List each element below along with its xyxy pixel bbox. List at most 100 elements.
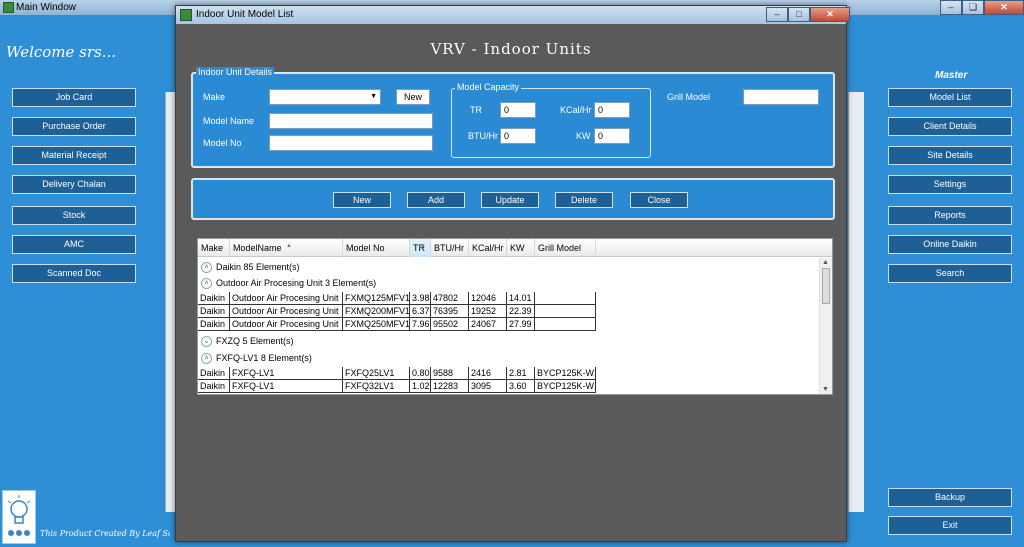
dialog-maximize-icon[interactable]: □ (788, 7, 810, 22)
group-label: FXZQ 5 Element(s) (216, 336, 294, 346)
column-header-kcal-hr[interactable]: KCal/Hr (469, 239, 507, 257)
nav-search-button[interactable]: Search (888, 264, 1012, 283)
btu-input[interactable]: 0 (500, 128, 536, 144)
nav-purchase-order-button[interactable]: Purchase Order (12, 117, 136, 136)
nav-client-details-button[interactable]: Client Details (888, 117, 1012, 136)
new-button[interactable]: New (333, 192, 391, 208)
grill-model-label: Grill Model (667, 92, 711, 102)
kcal-input[interactable]: 0 (594, 102, 630, 118)
table-cell-make: Daikin (198, 380, 230, 392)
dialog-close-icon[interactable]: ✕ (810, 7, 850, 22)
group-row[interactable]: ⌄ FXZQ 5 Element(s) (198, 333, 820, 349)
make-select[interactable]: ▼ (269, 89, 381, 105)
nav-model-list-button[interactable]: Model List (888, 88, 1012, 107)
grid-scrollbar[interactable]: ▲ ▼ (819, 258, 832, 394)
model-name-label: Model Name (203, 116, 255, 126)
scroll-thumb[interactable] (822, 268, 830, 304)
background-panel-right (848, 92, 864, 512)
collapse-icon[interactable]: ˄ (201, 278, 212, 290)
table-row[interactable]: Daikin Outdoor Air Procesing Unit FXMQ200M… (198, 305, 596, 318)
dialog-window-controls: – □ ✕ (766, 7, 850, 22)
indoor-unit-dialog: Indoor Unit Model List – □ ✕ VRV - Indoo… (175, 5, 850, 542)
kw-input[interactable]: 0 (594, 128, 630, 144)
update-button[interactable]: Update (481, 192, 539, 208)
nav-stock-button[interactable]: Stock (12, 206, 136, 225)
column-header-grill-model[interactable]: Grill Model (535, 239, 596, 257)
nav-reports-button[interactable]: Reports (888, 206, 1012, 225)
close-icon[interactable]: ✕ (984, 0, 1024, 15)
table-row[interactable]: Daikin FXFQ-LV1 FXFQ25LV1 0.80 9588 2416 2.81 B… (198, 367, 596, 380)
column-header-modelname[interactable]: ModelName ▲ (230, 239, 343, 257)
table-cell-make: Daikin (198, 305, 230, 317)
new-make-button[interactable]: New (396, 89, 430, 105)
table-cell-btu-hr: 9588 (431, 367, 469, 379)
group-label: Daikin 85 Element(s) (216, 262, 300, 272)
table-row[interactable]: Daikin Outdoor Air Procesing Unit FXMQ250M… (198, 318, 596, 331)
nav-amc-button[interactable]: AMC (12, 235, 136, 254)
grid-header: Make ModelName ▲ Model No TR ▲ BTU/Hr KCal/Hr KW… (198, 239, 832, 257)
table-cell-kcal-hr: 2416 (469, 367, 507, 379)
group-row[interactable]: ˄ Daikin 85 Element(s) (198, 259, 820, 275)
nav-material-receipt-button[interactable]: Material Receipt (12, 146, 136, 165)
model-no-input[interactable] (269, 135, 433, 151)
column-header-make[interactable]: Make (198, 239, 230, 257)
sort-caret-icon: ▲ (286, 243, 292, 249)
exit-button[interactable]: Exit (888, 516, 1012, 535)
column-header-tr[interactable]: TR ▲ (410, 239, 431, 257)
table-cell-kw: 27.99 (507, 318, 535, 330)
collapse-icon[interactable]: ˄ (201, 353, 212, 365)
table-cell-modelname: Outdoor Air Procesing Unit (230, 292, 343, 304)
units-grid[interactable]: Make ModelName ▲ Model No TR ▲ BTU/Hr KCal/Hr KW… (197, 238, 833, 395)
dialog-body: VRV - Indoor Units Indoor Unit Details M… (181, 26, 841, 538)
dialog-titlebar: Indoor Unit Model List – □ ✕ (176, 6, 850, 24)
add-button[interactable]: Add (407, 192, 465, 208)
backup-button[interactable]: Backup (888, 488, 1012, 507)
grill-model-input[interactable] (743, 89, 819, 105)
nav-online-daikin-button[interactable]: Online Daikin (888, 235, 1012, 254)
company-logo (2, 490, 36, 544)
table-row[interactable]: Daikin Outdoor Air Procesing Unit FXMQ125M… (198, 292, 596, 305)
actions-group: New Add Update Delete Close (191, 178, 835, 220)
nav-job-card-button[interactable]: Job Card (12, 88, 136, 107)
dialog-minimize-icon[interactable]: – (766, 7, 788, 22)
minimize-icon[interactable]: – (940, 0, 962, 15)
column-header-btu-hr[interactable]: BTU/Hr (431, 239, 469, 257)
nav-settings-button[interactable]: Settings (888, 175, 1012, 194)
expand-icon[interactable]: ⌄ (201, 336, 212, 348)
nav-scanned-doc-button[interactable]: Scanned Doc (12, 264, 136, 283)
dialog-icon (180, 9, 192, 21)
scroll-down-icon[interactable]: ▼ (822, 386, 829, 393)
nav-delivery-chalan-button[interactable]: Delivery Chalan (12, 175, 136, 194)
table-cell-modelname: Outdoor Air Procesing Unit (230, 305, 343, 317)
table-row[interactable]: Daikin FXFQ-LV1 FXFQ32LV1 1.02 12283 3095 3.60… (198, 380, 596, 393)
table-cell-modelname: Outdoor Air Procesing Unit (230, 318, 343, 330)
app-icon (3, 2, 14, 13)
collapse-icon[interactable]: ˄ (201, 262, 212, 274)
welcome-text: Welcome srs... (6, 43, 117, 61)
group-label: FXFQ-LV1 8 Element(s) (216, 353, 312, 363)
group-row[interactable]: ˄ FXFQ-LV1 8 Element(s) (198, 350, 820, 366)
table-cell-model-no: FXMQ125MFV1 (345, 292, 410, 304)
column-header-model-no[interactable]: Model No (343, 239, 410, 257)
delete-button[interactable]: Delete (555, 192, 613, 208)
table-cell-make: Daikin (198, 367, 230, 379)
dialog-heading: VRV - Indoor Units (430, 40, 592, 58)
close-button[interactable]: Close (630, 192, 688, 208)
table-cell-kcal-hr: 3095 (469, 380, 507, 392)
restore-icon[interactable]: ❑ (962, 0, 984, 15)
nav-site-details-button[interactable]: Site Details (888, 146, 1012, 165)
table-cell-kcal-hr: 12046 (469, 292, 507, 304)
scroll-up-icon[interactable]: ▲ (822, 259, 829, 266)
main-window-controls: – ❑ ✕ (940, 0, 1024, 15)
group-row[interactable]: ˄ Outdoor Air Procesing Unit 3 Element(s) (198, 275, 820, 291)
model-name-input[interactable] (269, 113, 433, 129)
table-cell-tr: 3.98 (412, 292, 431, 304)
table-cell-grill-model (535, 292, 596, 304)
btu-label: BTU/Hr (468, 131, 498, 141)
table-cell-tr: 7.96 (412, 318, 431, 330)
table-cell-grill-model: BYCP125K-W1 (537, 380, 596, 392)
tr-input[interactable]: 0 (500, 102, 536, 118)
column-header-kw[interactable]: KW (507, 239, 535, 257)
table-cell-btu-hr: 47802 (431, 292, 469, 304)
footer-credit: This Product Created By Leaf Softw (40, 529, 170, 538)
